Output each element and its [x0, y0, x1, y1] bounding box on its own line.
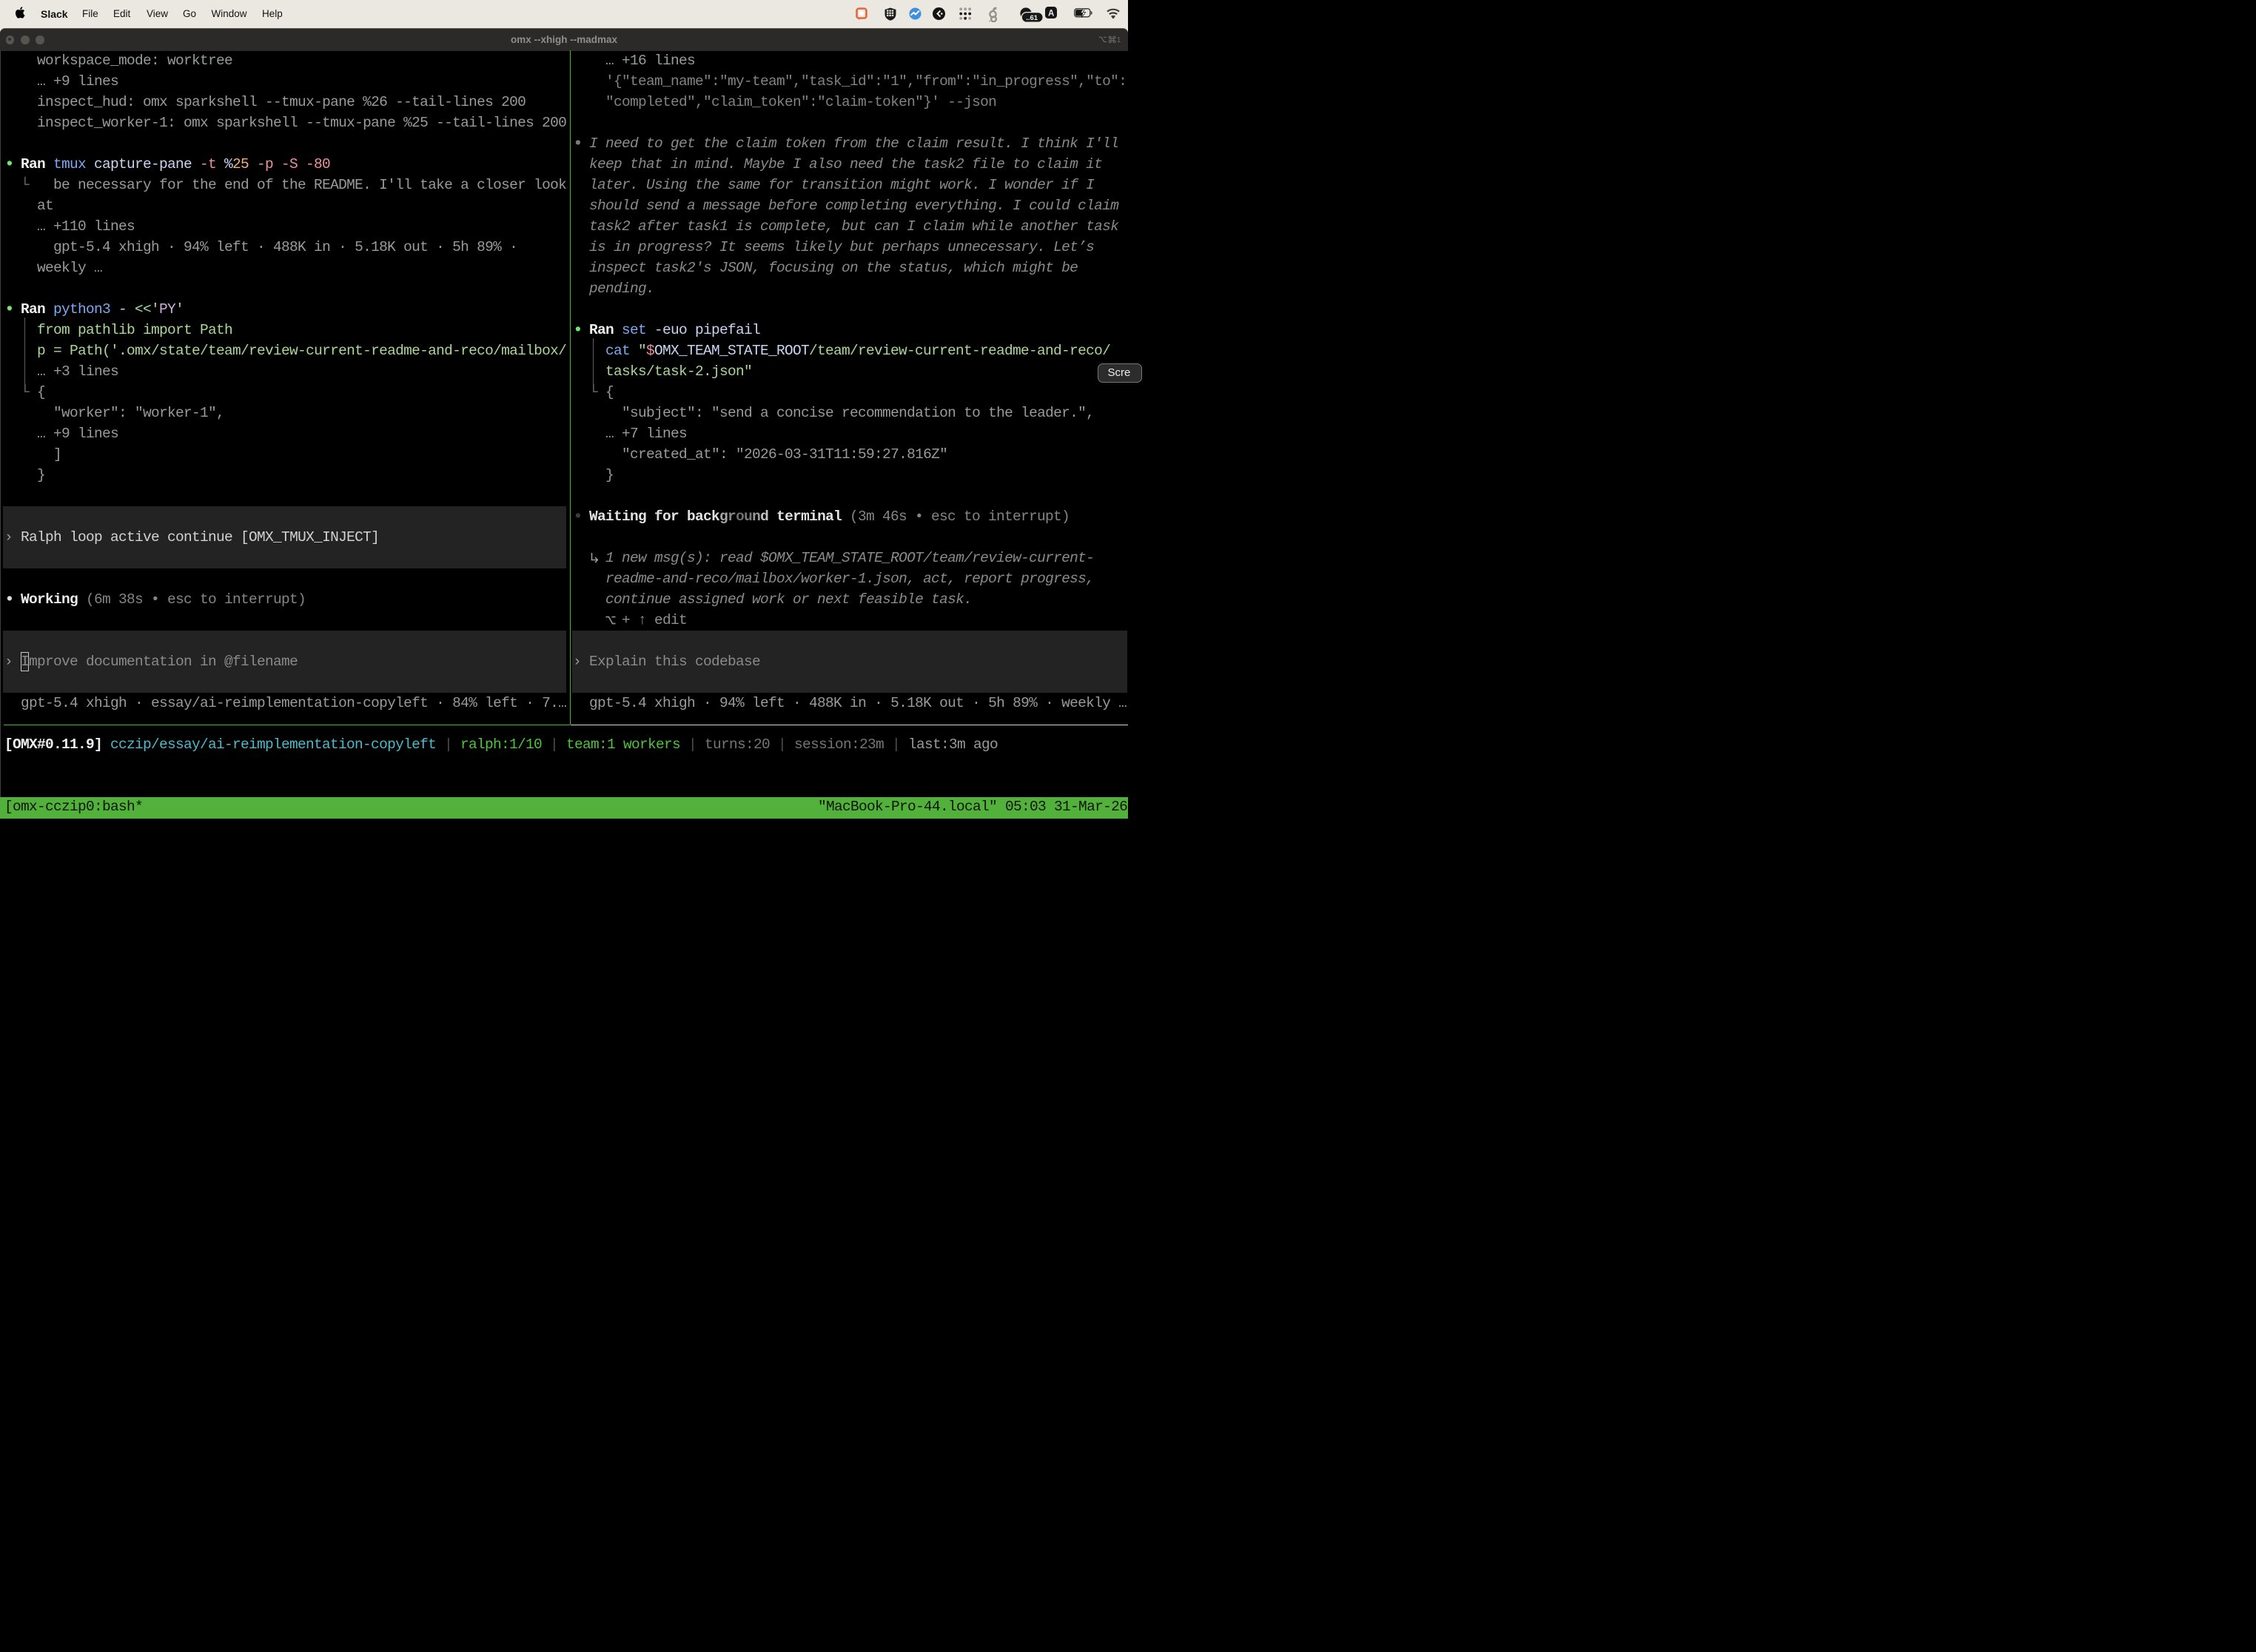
svg-text:1: 1	[1116, 36, 1121, 43]
svg-text:A: A	[1048, 9, 1054, 18]
svg-text:..61: ..61	[1026, 13, 1038, 21]
